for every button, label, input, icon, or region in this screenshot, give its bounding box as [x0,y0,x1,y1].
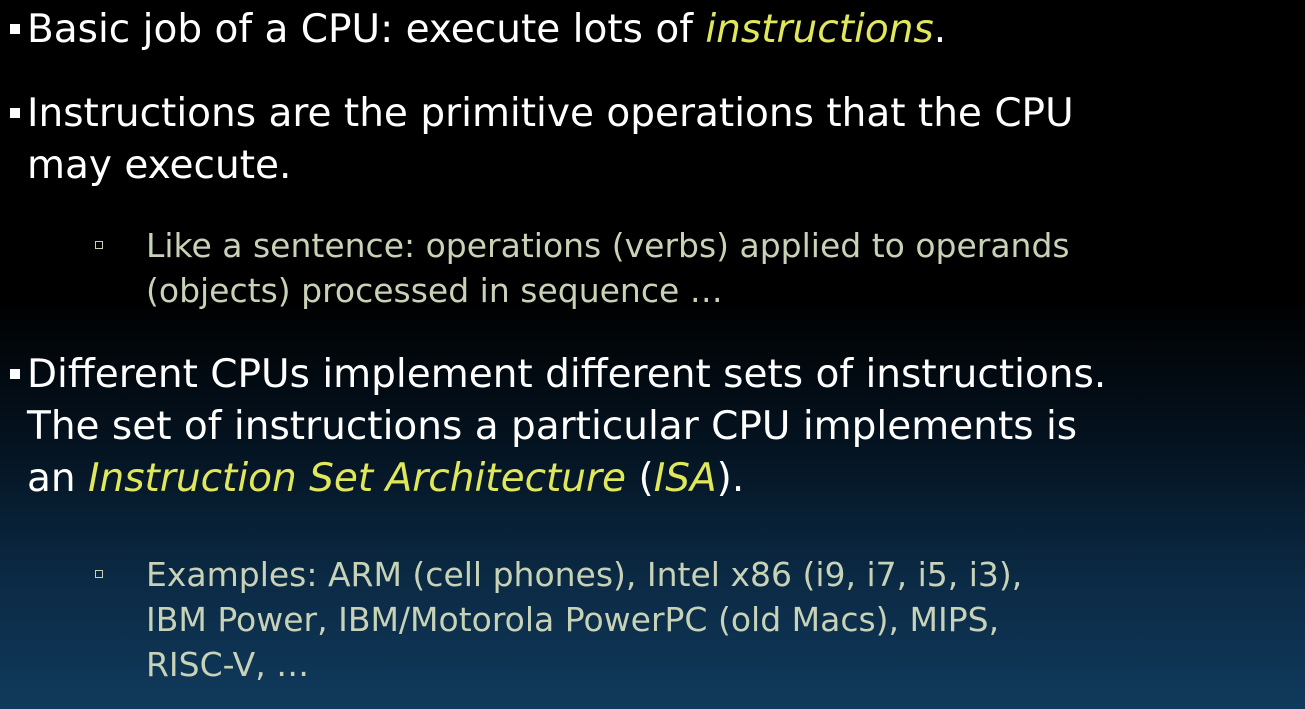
text-run: an [27,456,89,501]
text-run: Basic job of a CPU: execute lots of [27,7,706,52]
text-run: ( [626,456,654,501]
hollow-square-bullet-icon [95,570,103,578]
bullet-text-line: Instructions are the primitive operation… [27,91,1074,136]
emphasized-term-isa-full: Instruction Set Architecture [88,456,627,501]
slide: Basic job of a CPU: execute lots of inst… [0,0,1305,709]
bullet-text-line: may execute. [27,143,292,188]
square-bullet-icon [10,24,20,34]
text-run: ). [716,456,745,501]
subbullet-sentence-analogy: Like a sentence: operations (verbs) appl… [0,223,1070,313]
hollow-square-bullet-icon [95,241,103,249]
subbullet-text-line: Like a sentence: operations (verbs) appl… [146,226,1070,265]
bullet-text-line: Different CPUs implement different sets … [27,352,1107,397]
emphasized-term-isa: ISA [653,456,717,501]
subbullet-isa-examples: Examples: ARM (cell phones), Intel x86 (… [0,552,1022,687]
bullet-isa-definition: Different CPUs implement different sets … [0,349,1106,505]
subbullet-text-line: (objects) processed in sequence … [146,271,723,310]
square-bullet-icon [10,369,20,379]
bullet-cpu-basic-job: Basic job of a CPU: execute lots of inst… [0,4,946,56]
bullet-text-line: The set of instructions a particular CPU… [27,404,1078,449]
subbullet-text-line: IBM Power, IBM/Motorola PowerPC (old Mac… [146,600,1000,639]
subbullet-text-line: RISC-V, … [146,645,310,684]
square-bullet-icon [10,108,20,118]
text-run: . [933,7,947,52]
subbullet-text-line: Examples: ARM (cell phones), Intel x86 (… [146,555,1023,594]
emphasized-term-instructions: instructions [705,7,934,52]
bullet-text-line: an Instruction Set Architecture (ISA). [0,453,1106,505]
bullet-text-line: Basic job of a CPU: execute lots of inst… [0,4,946,56]
bullet-instructions-definition: Instructions are the primitive operation… [0,88,1074,192]
